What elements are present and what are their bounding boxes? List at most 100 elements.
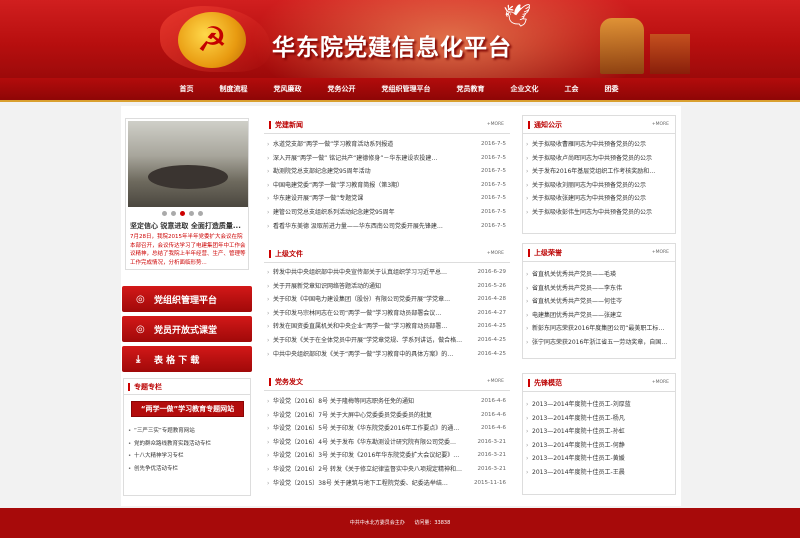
nav-integrity[interactable]: 党风廉政 [261,78,315,100]
list-item[interactable]: 2013—2014年度院十佳员工-何静 [523,439,675,453]
list-item[interactable]: 关于拟吸收张建同志为中共预备党员的公示 [523,192,675,206]
list-item[interactable]: 关于开展新党章知识网络答题活动的通知 2016-5-26 [264,279,510,294]
item-title[interactable]: 华设党〔2016〕7号 关于大屏中心党委委员党委委员的批复 [273,412,432,419]
item-title[interactable]: 华设党〔2016〕4号 关于发布《华东勘测设计研究院有限公司党委… [273,439,456,446]
item-title[interactable]: 中共中央组织部印发《关于“两学一做”学习教育中的具体方案》的… [273,351,453,358]
list-item[interactable]: 转发中共中央组织部中共中央宣传部关于认真组织学习习近平总… 2016-6-29 [264,266,510,280]
list-item[interactable]: 华设党〔2016〕7号 关于大屏中心党委委员党委委员的批复 2016-4-6 [264,408,510,423]
list-item[interactable]: 关于拟吸收刘丽同志为中共预备党员的公示 [523,179,675,193]
section-header: 上级文件 +MORE [264,245,510,263]
special-item[interactable]: 创先争优活动专栏 [126,463,211,476]
list-item[interactable]: 转发在国资委直属机关和中央企业“两学一做”学习教育动员部署… 2016-4-25 [264,320,510,334]
list-item[interactable]: 2013—2014年度院十佳员工-杨凡 [523,412,675,426]
nav-union[interactable]: 工会 [552,78,592,100]
nav-education[interactable]: 党员教育 [444,78,498,100]
item-title[interactable]: 转发中共中央组织部中共中央宣传部关于认真组织学习习近平总… [273,269,447,276]
item-title[interactable]: 华设党〔2016〕3号 关于印发《2016年华东院党委扩大会议纪要》… [273,452,459,459]
slider-dot[interactable] [198,211,203,216]
list-item[interactable]: 水道党支部“两学一做”学习教育活动系列报道 2016-7-5 [264,138,510,152]
list-item[interactable]: 看看华东美德 汲取前进力量——华东西南公司党委开展先锋建… 2016-7-5 [264,219,510,234]
more-link[interactable]: +MORE [487,379,504,384]
list-item[interactable]: 关于发布2016年基层党组织工作考核奖励和… [523,165,675,179]
item-title[interactable]: 看看华东美德 汲取前进力量——华东西南公司党委开展先锋建… [273,223,443,230]
nav-home[interactable]: 首页 [167,78,207,100]
slider-dot-active[interactable] [180,211,185,216]
nav-org-platform[interactable]: 党组织管理平台 [369,78,444,100]
list-item[interactable]: 关于印发《关于在全体党员中开展“学党章党规、学系列讲话，做合格… 2016-4-2… [264,333,510,348]
special-item[interactable]: 十八大精神学习专栏 [126,450,211,463]
site-footer: 中共中水北方委员会主办 访问量：33838 [0,508,800,538]
item-title[interactable]: 华设党〔2016〕2号 转发《关于修立纪律监督实中央八项规定精神和… [273,466,462,473]
item-date: 2016-4-6 [478,408,506,423]
nav-rules[interactable]: 制度流程 [207,78,261,100]
item-title[interactable]: 深入开展“两学一做” 铭记共产“建德修身”－华东建设农投建… [273,155,437,162]
list-item[interactable]: 省直机关优秀共产党员——李东伟 [523,282,675,296]
nav-affairs[interactable]: 党务公开 [315,78,369,100]
org-platform-button[interactable]: ◎ 党组织管理平台 [122,286,252,312]
nav-culture[interactable]: 企业文化 [498,78,552,100]
item-title[interactable]: 勘测院党总支部纪念建党95周年活动 [273,168,371,175]
list-item[interactable]: 关于印发马宗林同志在公司“两学一做”学习教育动员部署会议… 2016-4-27 [264,306,510,321]
section-bar [128,383,130,391]
list-item[interactable]: 关于拟吸收彭伟生同志为中共预备党员的公示 [523,206,675,220]
publications-list: 华设党〔2016〕8号 关于隆梅等同志职务任免的通知 2016-4-6 华设党〔2… [264,395,510,491]
form-download-button[interactable]: ⤓ 表 格 下 载 [122,346,252,372]
list-item[interactable]: 张宁同志荣获2016年浙江省五一劳动奖章，自国… [523,336,675,350]
list-item[interactable]: 关于拟吸收曹雁同志为中共预备党员的公示 [523,138,675,152]
list-item[interactable]: 华设党〔2016〕5号 关于印发《华东院党委2016年工作要点》的通… 2016-… [264,422,510,436]
item-date: 2016-4-25 [474,333,506,348]
item-title[interactable]: 中国电建党委“两学一做”学习教育简报（第3期） [273,182,403,189]
section-title: 上级文件 [275,250,303,258]
item-title[interactable]: 关于印发《中国电力建设集团（股份）有限公司党委开展“学党章… [273,296,450,303]
item-title[interactable]: 建管公司党总支组织系列活动纪念建党95周年 [273,209,395,216]
item-title[interactable]: 关于印发马宗林同志在公司“两学一做”学习教育动员部署会议… [273,310,441,317]
item-title[interactable]: 关于开展新党章知识网络答题活动的通知 [273,283,381,290]
list-item[interactable]: 勘测院党总支部纪念建党95周年活动 2016-7-5 [264,165,510,179]
open-class-button[interactable]: ◎ 党员开放式课堂 [122,316,252,342]
item-title[interactable]: 水道党支部“两学一做”学习教育活动系列报道 [273,141,393,148]
list-item[interactable]: 2013—2014年度院十佳员工-王晨 [523,466,675,480]
more-link[interactable]: +MORE [487,251,504,256]
item-title[interactable]: 华设党〔2015〕38号 关于建筑与地下工程院党委、纪委选举结… [273,480,448,487]
news-slider[interactable]: 坚定信心 锐意进取 全面打造质量... 7月28日，我院2015年半年党委扩大会… [125,118,249,270]
more-link[interactable]: +MORE [487,122,504,127]
slider-photo[interactable] [128,121,248,207]
section-title: 党务发文 [275,378,303,386]
list-item[interactable]: 省直机关优秀共产党员——毛瑛 [523,268,675,282]
list-item[interactable]: 关于拟吸收卢尚晖同志为中共预备党员的公示 [523,152,675,166]
item-title[interactable]: 华东建设开展“两学一做”专题党课 [273,195,363,202]
list-item[interactable]: 华设党〔2016〕2号 转发《关于修立纪律监督实中央八项规定精神和… 2016-3… [264,462,510,477]
item-title[interactable]: 华设党〔2016〕8号 关于隆梅等同志职务任免的通知 [273,398,414,405]
list-item[interactable]: 华东建设开展“两学一做”专题党课 2016-7-5 [264,192,510,206]
list-item[interactable]: 2013—2014年度院十佳员工-刘厚蓝 [523,398,675,412]
list-item[interactable]: 中国电建党委“两学一做”学习教育简报（第3期） 2016-7-5 [264,178,510,193]
item-title[interactable]: 转发在国资委直属机关和中央企业“两学一做”学习教育动员部署… [273,323,447,330]
list-item[interactable]: 电建集团优秀共产党员——张建立 [523,309,675,323]
more-link[interactable]: +MORE [652,122,669,127]
list-item[interactable]: 华设党〔2016〕4号 关于发布《华东勘测设计研究院有限公司党委… 2016-3-… [264,435,510,450]
list-item[interactable]: 华设党〔2016〕3号 关于印发《2016年华东院党委扩大会议纪要》… 2016-… [264,449,510,463]
list-item[interactable]: 华设党〔2015〕38号 关于建筑与地下工程院党委、纪委选举结… 2015-11-… [264,476,510,491]
site-header: ☭ 华东院党建信息化平台 🕊 [0,0,800,78]
item-title[interactable]: 华设党〔2016〕5号 关于印发《华东院党委2016年工作要点》的通… [273,425,459,432]
list-item[interactable]: 省直机关优秀共产党员——何佳岑 [523,295,675,309]
list-item[interactable]: 中共中央组织部印发《关于“两学一做”学习教育中的具体方案》的… 2016-4-25 [264,347,510,362]
slider-dot[interactable] [171,211,176,216]
more-link[interactable]: +MORE [652,250,669,255]
special-banner-link[interactable]: “两学一做”学习教育专题网站 [131,401,244,417]
list-item[interactable]: 建管公司党总支组织系列活动纪念建党95周年 2016-7-5 [264,205,510,220]
special-item[interactable]: 党的群众路线教育实践活动专栏 [126,438,211,451]
item-title[interactable]: 关于印发《关于在全体党员中开展“学党章党规、学系列讲话，做合格… [273,337,462,344]
special-item[interactable]: “三严三实”专题教育网站 [126,425,211,438]
slider-dot[interactable] [162,211,167,216]
list-item[interactable]: 2013—2014年度院十佳员工-黄媛 [523,452,675,466]
list-item[interactable]: 新彭东同志荣获2016年度集团公司“最美职工标… [523,322,675,336]
list-item[interactable]: 2013—2014年度院十佳员工-孙虹 [523,425,675,439]
nav-league[interactable]: 团委 [592,78,632,100]
more-link[interactable]: +MORE [652,380,669,385]
slider-dot[interactable] [189,211,194,216]
list-item[interactable]: 深入开展“两学一做” 铭记共产“建德修身”－华东建设农投建… 2016-7-5 [264,151,510,166]
slider-caption[interactable]: 坚定信心 锐意进取 全面打造质量... [130,221,241,231]
list-item[interactable]: 关于印发《中国电力建设集团（股份）有限公司党委开展“学党章… 2016-4-28 [264,293,510,307]
list-item[interactable]: 华设党〔2016〕8号 关于隆梅等同志职务任免的通知 2016-4-6 [264,395,510,409]
